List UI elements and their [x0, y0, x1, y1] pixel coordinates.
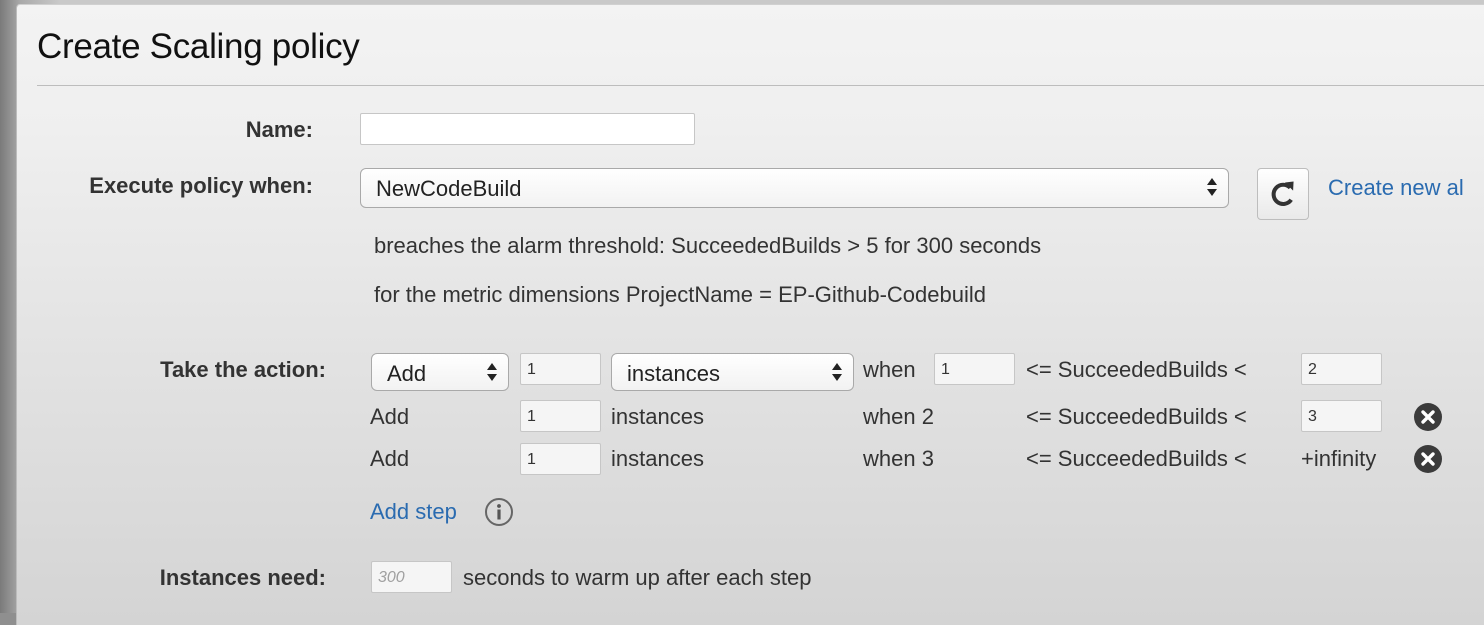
step-operation-value: Add: [387, 361, 427, 386]
step-upper-bound-input[interactable]: 3: [1301, 400, 1382, 432]
take-action-label: Take the action:: [160, 357, 326, 382]
alarm-select-value: NewCodeBuild: [376, 176, 522, 201]
warmup-seconds-input[interactable]: 300: [371, 561, 452, 593]
step-unit-select[interactable]: instances: [611, 353, 854, 391]
dialog-title: Create Scaling policy: [37, 27, 360, 66]
step-metric-condition: <= SucceededBuilds <: [1026, 446, 1247, 471]
create-new-alarm-link[interactable]: Create new al: [1328, 175, 1464, 201]
select-arrows-icon: [832, 363, 842, 381]
instances-need-label: Instances need:: [159, 565, 326, 590]
select-arrows-icon: [487, 363, 497, 381]
create-scaling-policy-dialog: Create Scaling policy Name: Execute poli…: [16, 4, 1484, 625]
step-amount-input[interactable]: 1: [520, 443, 601, 475]
step-operation-text: Add: [370, 446, 410, 471]
step-metric-condition: <= SucceededBuilds <: [1026, 404, 1247, 429]
step-operation-text: Add: [370, 404, 410, 429]
remove-step-icon[interactable]: [1413, 402, 1443, 432]
info-icon[interactable]: [484, 497, 514, 527]
select-arrows-icon: [1207, 178, 1217, 196]
step-operation-select[interactable]: Add: [371, 353, 509, 391]
step-metric-condition: <= SucceededBuilds <: [1026, 357, 1247, 382]
step-lower-bound-input[interactable]: 1: [934, 353, 1015, 385]
step-when-text: when 2: [863, 404, 934, 429]
name-label: Name:: [245, 117, 313, 142]
execute-policy-label: Execute policy when:: [89, 173, 313, 198]
step-amount-input[interactable]: 1: [520, 400, 601, 432]
step-when-text: when: [863, 357, 916, 382]
add-step-link[interactable]: Add step: [370, 499, 457, 525]
step-upper-bound-input[interactable]: 2: [1301, 353, 1382, 385]
refresh-icon: [1271, 181, 1294, 206]
alarm-threshold-description: breaches the alarm threshold: SucceededB…: [374, 233, 1042, 258]
remove-step-icon[interactable]: [1413, 444, 1443, 474]
warmup-suffix-text: seconds to warm up after each step: [463, 565, 812, 590]
step-amount-input[interactable]: 1: [520, 353, 601, 385]
title-divider: [37, 85, 1484, 86]
alarm-dimensions-description: for the metric dimensions ProjectName = …: [374, 282, 986, 307]
step-unit-text: instances: [611, 446, 704, 471]
name-input[interactable]: [360, 113, 695, 145]
step-unit-text: instances: [611, 404, 704, 429]
alarm-select[interactable]: NewCodeBuild: [360, 168, 1229, 208]
step-upper-bound-text: +infinity: [1301, 446, 1377, 471]
step-when-text: when 3: [863, 446, 934, 471]
step-unit-value: instances: [627, 361, 720, 386]
refresh-alarms-button[interactable]: [1257, 168, 1309, 220]
